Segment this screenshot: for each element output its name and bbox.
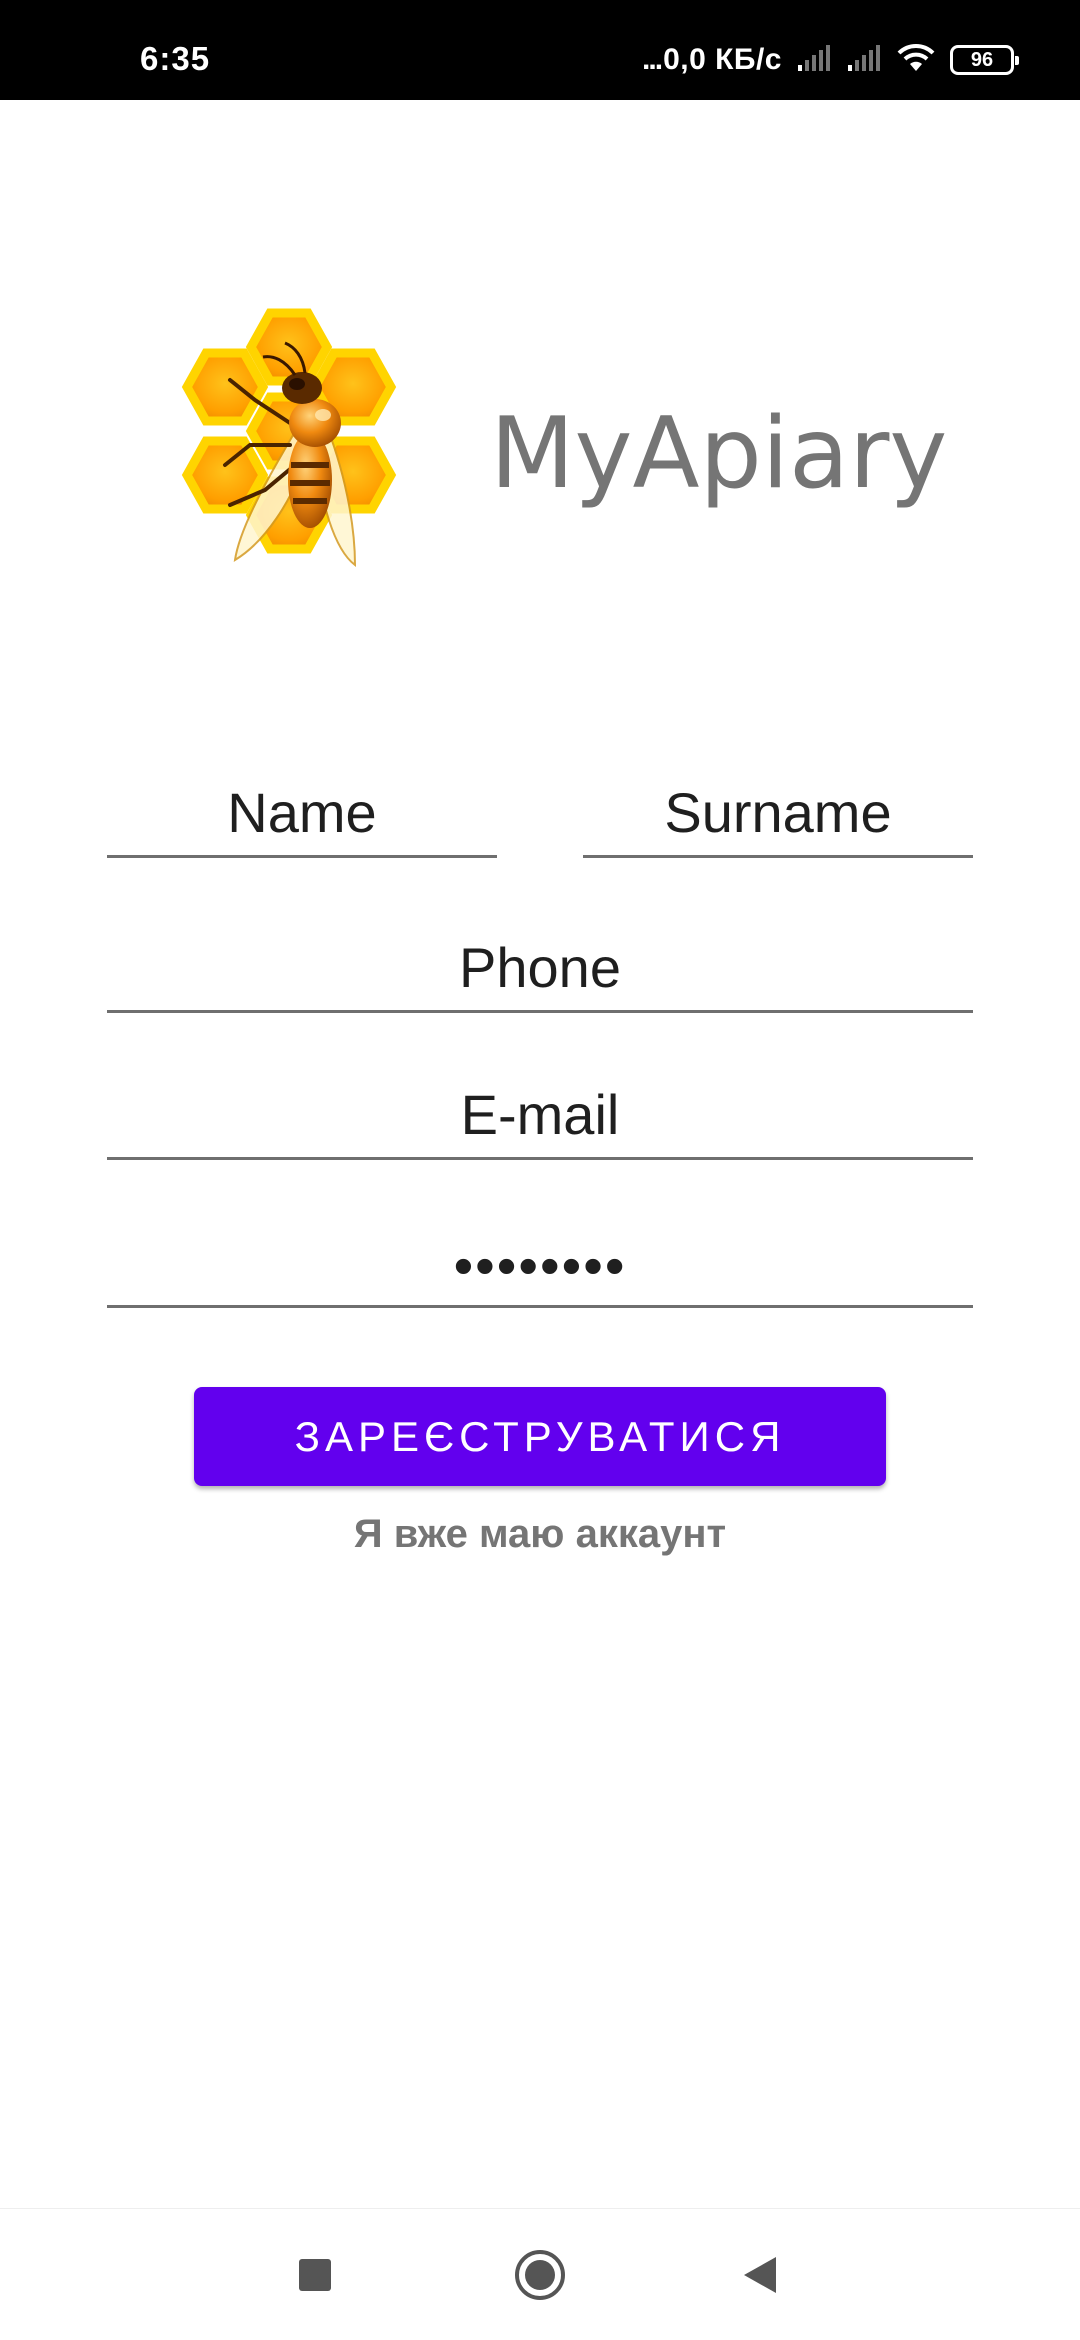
status-time: 6:35 — [140, 40, 211, 77]
password-field[interactable] — [107, 1218, 973, 1308]
recents-icon[interactable] — [255, 2209, 375, 2340]
name-field[interactable] — [107, 770, 497, 858]
status-icons: ...0,0 КБ/с 96 — [642, 38, 1019, 82]
surname-input[interactable] — [583, 770, 973, 855]
network-dots: ... — [642, 43, 663, 76]
register-button[interactable]: ЗАРЕЄСТРУВАТИСЯ — [194, 1387, 886, 1486]
status-bar: 6:35 ...0,0 КБ/с 96 — [0, 0, 1080, 100]
login-link[interactable]: Я вже маю аккаунт — [0, 1512, 1080, 1557]
battery-level: 96 — [970, 48, 994, 71]
surname-field[interactable] — [583, 770, 973, 858]
app-title: MyApiary — [490, 397, 948, 511]
email-input[interactable] — [107, 1072, 973, 1157]
signal-icon — [796, 43, 832, 78]
navigation-bar — [0, 2208, 1080, 2340]
home-icon[interactable] — [480, 2209, 600, 2340]
password-input[interactable] — [107, 1218, 973, 1305]
name-input[interactable] — [107, 770, 497, 855]
phone-field[interactable] — [107, 925, 973, 1013]
signal-icon — [846, 43, 882, 78]
back-icon[interactable] — [700, 2209, 820, 2340]
phone-input[interactable] — [107, 925, 973, 1010]
wifi-icon — [896, 42, 936, 79]
email-field[interactable] — [107, 1072, 973, 1160]
bee-honeycomb-logo — [145, 305, 435, 605]
network-speed: ...0,0 КБ/с — [642, 43, 782, 77]
battery-icon: 96 — [950, 45, 1019, 75]
network-speed-value: 0,0 КБ/с — [663, 43, 782, 76]
register-screen: 6:35 ...0,0 КБ/с 96 MyApiary Name Surnam… — [0, 0, 1080, 2340]
